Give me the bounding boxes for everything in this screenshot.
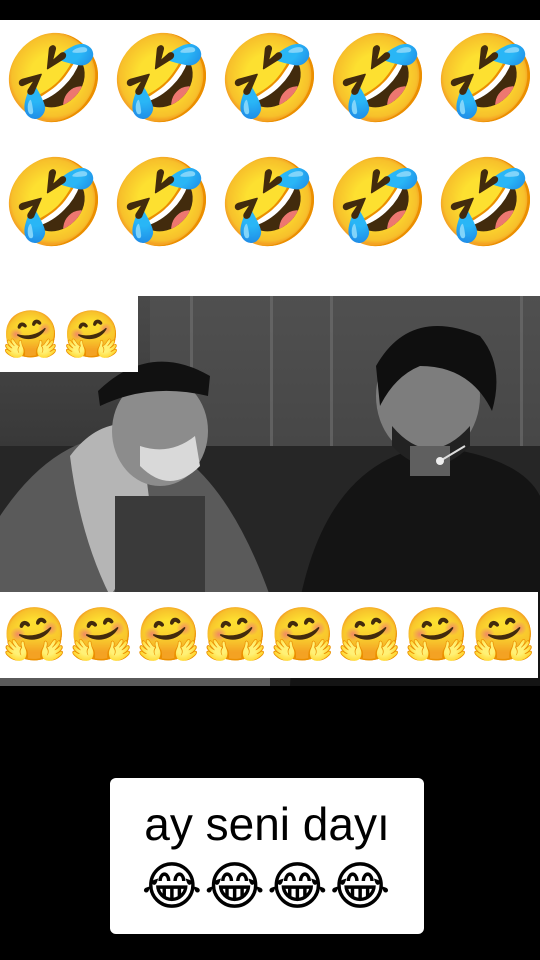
tears-of-joy-icon: 😂😂😂😂: [141, 857, 393, 917]
hugging-face-icon: 🤗: [136, 605, 201, 665]
rofl-emoji-icon: 🤣: [325, 29, 431, 127]
hugging-face-icon: 🤗: [270, 605, 335, 665]
rofl-emoji-icon: 🤣: [433, 153, 539, 251]
hugging-face-icon: 🤗: [404, 605, 469, 665]
hugging-face-icon: 🤗: [471, 605, 536, 665]
hugging-face-icon: 🤗: [69, 605, 134, 665]
hug-emoji-box-wide: 🤗 🤗 🤗 🤗 🤗 🤗 🤗 🤗: [0, 592, 538, 678]
rofl-emoji-row-1: 🤣 🤣 🤣 🤣 🤣: [0, 28, 540, 128]
rofl-emoji-icon: 🤣: [1, 153, 107, 251]
rofl-emoji-icon: 🤣: [1, 29, 107, 127]
hugging-face-icon: 🤗: [203, 605, 268, 665]
hugging-face-icon: 🤗: [2, 605, 67, 665]
hugging-face-icon: 🤗: [337, 605, 402, 665]
rofl-emoji-icon: 🤣: [217, 29, 323, 127]
rofl-emoji-icon: 🤣: [217, 153, 323, 251]
hugging-face-icon: 🤗: [2, 307, 60, 361]
rofl-emoji-icon: 🤣: [109, 153, 215, 251]
rofl-emoji-icon: 🤣: [109, 29, 215, 127]
rofl-emoji-row-2: 🤣 🤣 🤣 🤣 🤣: [0, 152, 540, 252]
hugging-face-icon: 🤗: [63, 307, 121, 361]
rofl-emoji-icon: 🤣: [325, 153, 431, 251]
rofl-emoji-icon: 🤣: [433, 29, 539, 127]
caption-text: ay seni dayı: [144, 798, 390, 850]
caption-box: ay seni dayı 😂😂😂😂: [110, 778, 424, 934]
hug-emoji-box-small: 🤗 🤗: [0, 296, 138, 372]
